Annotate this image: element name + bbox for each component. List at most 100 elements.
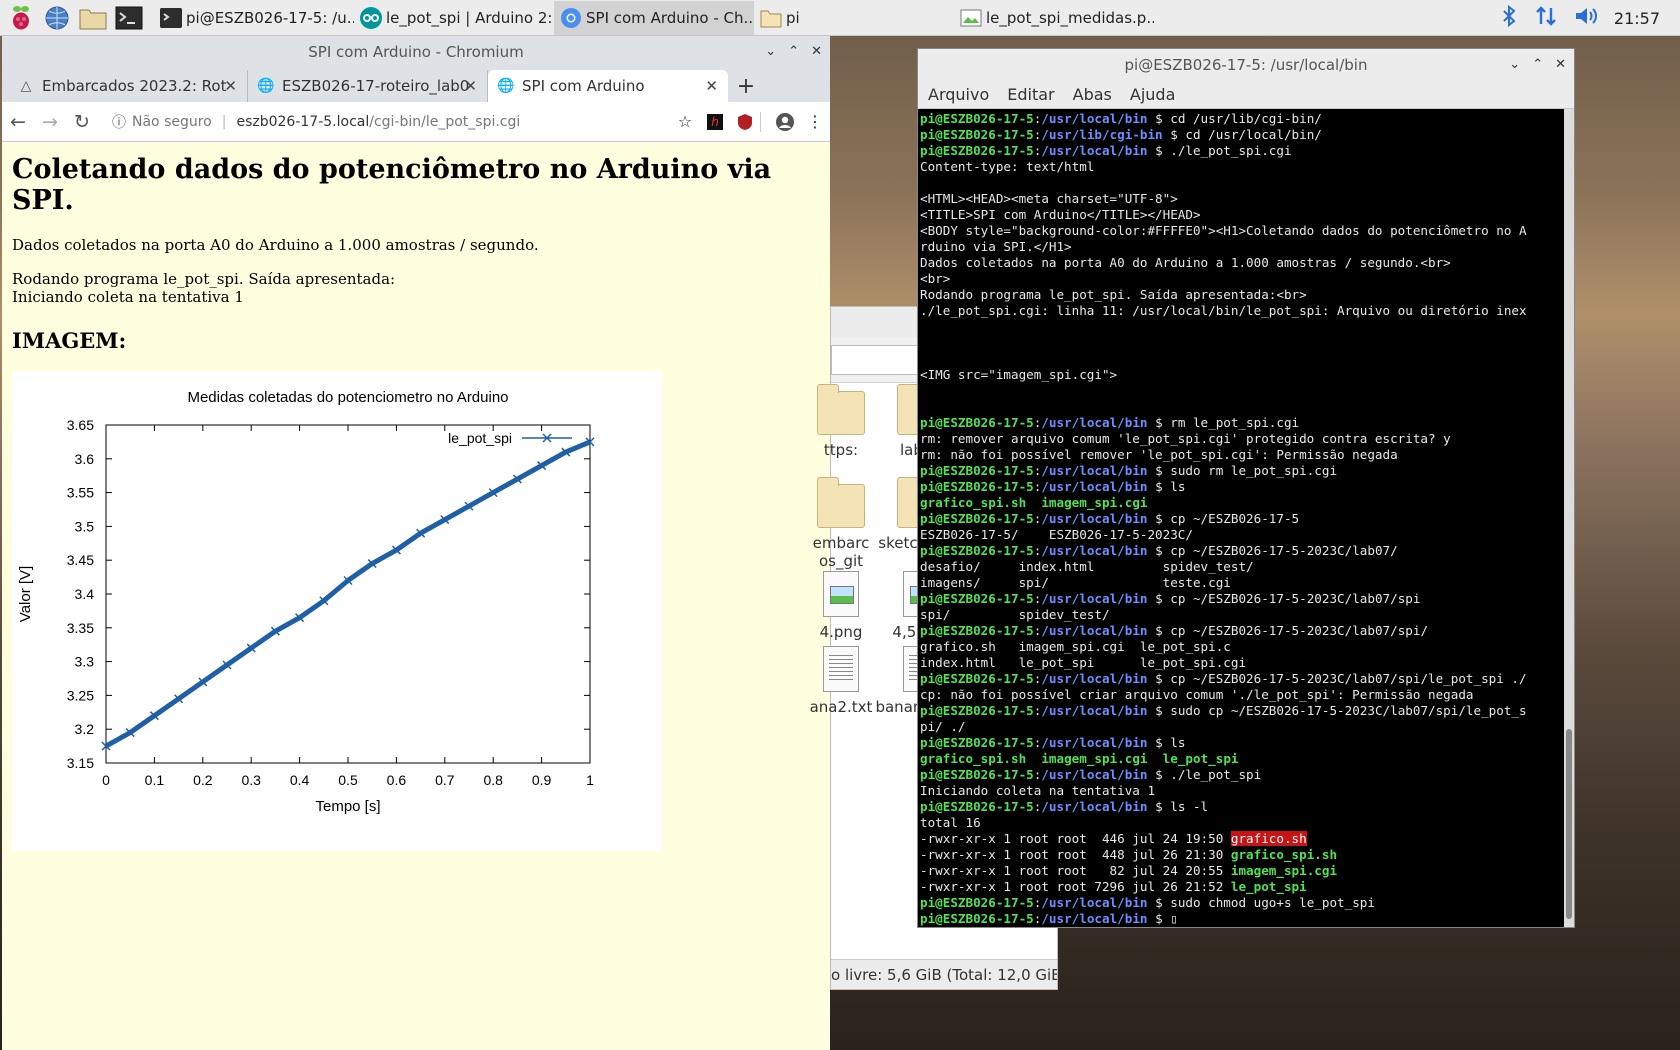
plot-frame	[105, 424, 591, 764]
terminal-text: <HTML><HEAD><meta charset="UTF-8">	[920, 191, 1178, 206]
terminal-text: $ sudo rm le_pot_spi.cgi	[1147, 463, 1338, 478]
new-tab-button[interactable]: +	[728, 70, 764, 102]
taskbar-button-terminal[interactable]: pi@ESZB026-17-5: /u...	[154, 1, 354, 35]
terminal-titlebar[interactable]: pi@ESZB026-17-5: /usr/local/bin ⌄ ⌃ ✕	[918, 49, 1574, 81]
y-tick-label: 3.3	[75, 654, 95, 670]
browser-titlebar[interactable]: SPI com Arduino - Chromium ⌄ ⌃ ✕	[2, 36, 830, 68]
taskbar-button-folder-pi[interactable]: pi	[754, 1, 954, 35]
menu-dots-icon[interactable]: ⋮	[800, 112, 830, 131]
x-tick-label: 0.5	[338, 772, 358, 788]
terminal-text: desafio/ index.html spidev_test/	[920, 559, 1254, 574]
browser-window-title: SPI com Arduino - Chromium	[308, 43, 524, 61]
close-icon[interactable]: ✕	[811, 36, 822, 68]
tab-close-icon[interactable]: ✕	[705, 77, 718, 95]
network-transfer-icon[interactable]	[1534, 4, 1558, 32]
menu-editar[interactable]: Editar	[1007, 85, 1054, 104]
taskbar-button-arduino[interactable]: le_pot_spi | Arduino 2:...	[354, 1, 554, 35]
page-heading: Coletando dados do potenciômetro no Ardu…	[12, 154, 772, 216]
image-heading: IMAGEM:	[12, 328, 127, 353]
terminal-text: le_pot_spi	[1162, 751, 1239, 766]
file-manager-icon[interactable]	[78, 3, 108, 33]
terminal-text: /usr/local/bin	[1041, 799, 1148, 814]
terminal-menubar: Arquivo Editar Abas Ajuda	[918, 81, 1574, 109]
terminal-scrollbar[interactable]	[1564, 109, 1574, 927]
terminal-text: $ sudo cp ~/ESZB026-17-5-2023C/lab07/spi…	[1147, 703, 1527, 718]
y-tick-label: 3.4	[75, 586, 95, 602]
tab-close-icon[interactable]: ✕	[464, 77, 477, 95]
tab-embarcados[interactable]: △ Embarcados 2023.2: Rot ✕	[8, 70, 248, 102]
terminal-line: Rodando programa le_pot_spi. Saída apres…	[920, 287, 1574, 303]
terminal-text: $ cp ~/ESZB026-17-5-2023C/lab07/spi	[1147, 591, 1421, 606]
terminal-line: pi@ESZB026-17-5:/usr/local/bin $ ls -l	[920, 799, 1574, 815]
terminal-text: imagem_spi.cgi	[1230, 863, 1338, 878]
reload-icon[interactable]: ↻	[66, 111, 98, 133]
terminal-text: grafico_spi.sh	[920, 751, 1027, 766]
status-bar: o livre: 5,6 GiB (Total: 12,0 GiB)	[831, 959, 1057, 989]
menu-arquivo[interactable]: Arquivo	[928, 85, 989, 104]
menu-abas[interactable]: Abas	[1073, 85, 1112, 104]
extension-h-icon[interactable]: h	[700, 113, 730, 130]
clock[interactable]: 21:57	[1614, 9, 1660, 28]
terminal-text: pi@ESZB026-17-5	[920, 911, 1034, 926]
terminal-line: <HTML><HEAD><meta charset="UTF-8">	[920, 191, 1574, 207]
maximize-icon[interactable]: ⌃	[1532, 49, 1543, 81]
raspberry-menu-icon[interactable]	[6, 3, 36, 33]
terminal-text: /usr/local/bin	[1041, 703, 1148, 718]
web-browser-icon[interactable]	[42, 3, 72, 33]
scrollbar-thumb[interactable]	[1566, 729, 1572, 919]
terminal-line: -rwxr-xr-x 1 root root 446 jul 24 19:50 …	[920, 831, 1574, 847]
terminal-line: Dados coletados na porta A0 do Arduino a…	[920, 255, 1574, 271]
account-icon[interactable]	[770, 112, 800, 132]
maximize-icon[interactable]: ⌃	[788, 36, 799, 68]
page-content: Coletando dados do potenciômetro no Ardu…	[2, 142, 830, 859]
terminal-line: grafico_spi.sh imagem_spi.cgi	[920, 495, 1574, 511]
terminal-text: $ ls	[1147, 735, 1186, 750]
forward-icon[interactable]: →	[34, 111, 66, 133]
terminal-line: <br>	[920, 271, 1574, 287]
terminal-line: rm: remover arquivo comum 'le_pot_spi.cg…	[920, 431, 1574, 447]
terminal-line: -rwxr-xr-x 1 root root 82 jul 24 20:55 i…	[920, 863, 1574, 879]
taskbar-button-chromium[interactable]: SPI com Arduino - Ch...	[554, 0, 754, 35]
url-host: eszb026-17-5.local	[236, 113, 370, 130]
minimize-icon[interactable]: ⌄	[765, 36, 776, 68]
terminal-text: grafico_spi.sh	[920, 495, 1027, 510]
globe-favicon-icon: 🌐	[257, 78, 275, 94]
address-bar[interactable]: ⓘ Não seguro | eszb026-17-5.local/cgi-bi…	[102, 107, 670, 137]
back-icon[interactable]: ←	[2, 111, 34, 133]
x-tick-label: 0.8	[483, 772, 503, 788]
terminal-line: grafico.sh imagem_spi.cgi le_pot_spi.c	[920, 639, 1574, 655]
terminal-text: pi@ESZB026-17-5	[920, 703, 1034, 718]
info-icon[interactable]: ⓘ	[112, 112, 126, 132]
terminal-line: pi@ESZB026-17-5:/usr/local/bin $ cp ~/ES…	[920, 623, 1574, 639]
bookmark-star-icon[interactable]: ☆	[670, 112, 700, 131]
bluetooth-icon[interactable]	[1502, 4, 1516, 31]
x-tick-label: 0	[102, 772, 110, 788]
terminal-line: pi@ESZB026-17-5:/usr/local/bin $ sudo ch…	[920, 895, 1574, 911]
gdocs-favicon-icon: △	[20, 78, 32, 94]
y-tick-label: 3.25	[67, 687, 94, 703]
tab-spi-arduino[interactable]: 🌐 SPI com Arduino ✕	[488, 70, 728, 102]
close-icon[interactable]: ✕	[1555, 49, 1566, 81]
terminal-text: -rwxr-xr-x 1 root root 448 jul 26 21:30	[920, 847, 1231, 862]
terminal-line: pi@ESZB026-17-5:/usr/local/bin $ rm le_p…	[920, 415, 1574, 431]
terminal-launcher-icon[interactable]	[114, 3, 144, 33]
terminal-text: ▯	[1170, 911, 1178, 926]
terminal-line: pi@ESZB026-17-5:/usr/local/bin $ cp ~/ES…	[920, 591, 1574, 607]
terminal-output[interactable]: pi@ESZB026-17-5:/usr/local/bin $ cd /usr…	[918, 109, 1574, 927]
terminal-text: $ cd /usr/local/bin/	[1162, 127, 1322, 142]
minimize-icon[interactable]: ⌄	[1509, 49, 1520, 81]
terminal-text: /usr/local/bin	[1041, 671, 1148, 686]
taskbar-button-image-viewer[interactable]: le_pot_spi_medidas.p...	[954, 1, 1154, 35]
volume-icon[interactable]	[1574, 5, 1600, 31]
tab-roteiro[interactable]: 🌐 ESZB026-17-roteiro_lab0 ✕	[248, 70, 488, 102]
ublock-icon[interactable]	[730, 113, 760, 131]
y-tick-label: 3.35	[67, 620, 94, 636]
terminal-text: $ cp ~/ESZB026-17-5-2023C/lab07/spi/	[1147, 623, 1429, 638]
tab-close-icon[interactable]: ✕	[224, 77, 237, 95]
menu-ajuda[interactable]: Ajuda	[1130, 85, 1176, 104]
terminal-line: <BODY style="background-color:#FFFFE0"><…	[920, 223, 1574, 239]
terminal-line: pi@ESZB026-17-5:/usr/local/bin $ ▯	[920, 911, 1574, 927]
